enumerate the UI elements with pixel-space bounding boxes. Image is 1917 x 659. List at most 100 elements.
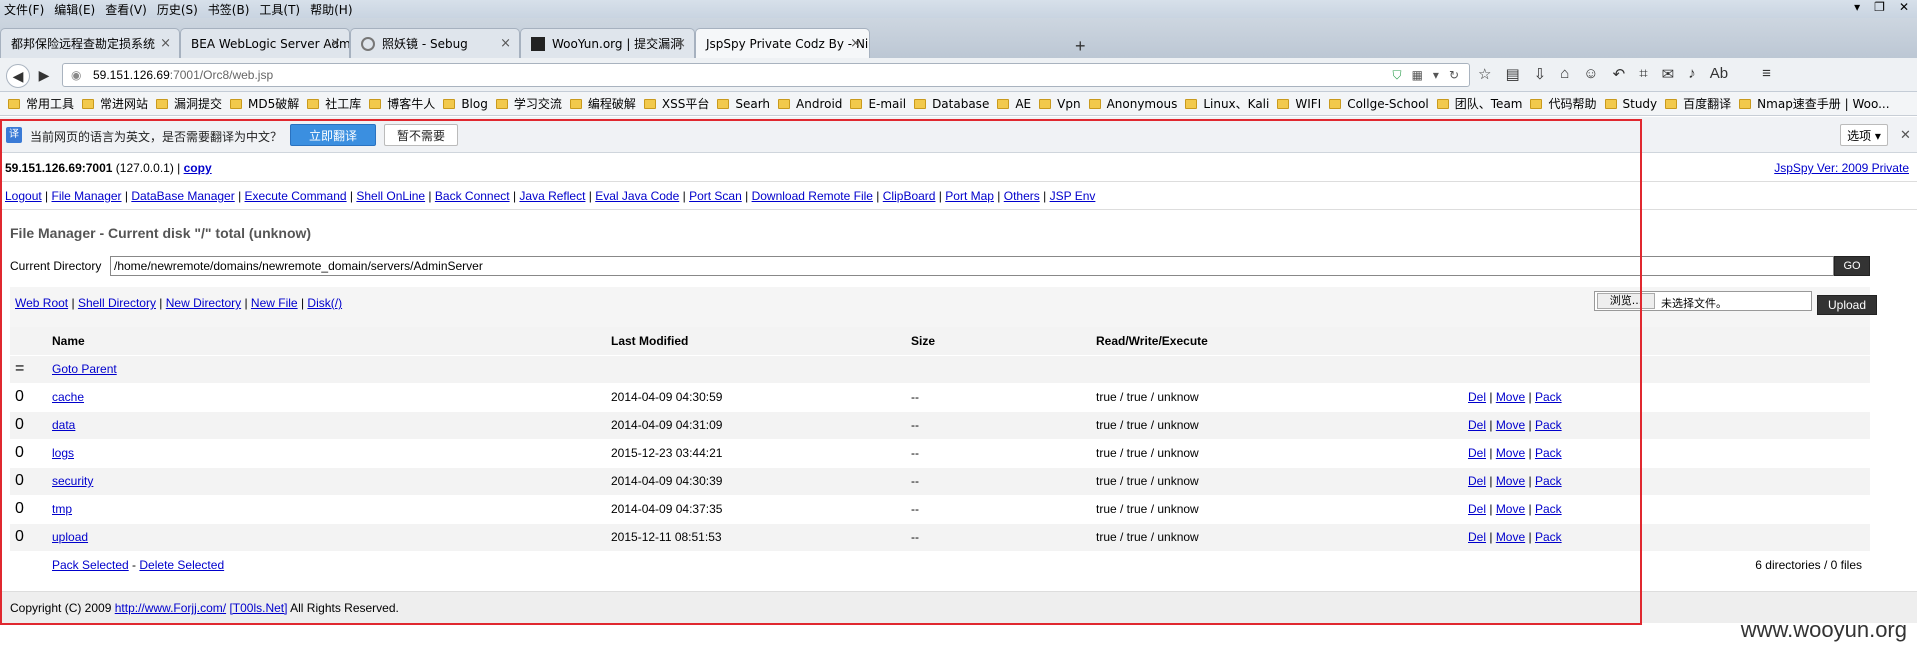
close-icon[interactable]: ✕ (1900, 127, 1911, 143)
menu-item[interactable]: 查看(V) (105, 1, 147, 18)
menu-link[interactable]: Back Connect (435, 189, 510, 203)
text-icon[interactable]: Ab (1710, 65, 1728, 83)
options-button[interactable]: 选项 ▾ (1840, 124, 1888, 146)
move-link[interactable]: Move (1496, 530, 1525, 544)
menu-link[interactable]: Download Remote File (752, 189, 873, 203)
menu-item[interactable]: 工具(T) (259, 1, 300, 18)
bookmark-item[interactable]: Nmap速查手册 | Woo... (1739, 95, 1890, 112)
bookmark-item[interactable]: Database (914, 97, 989, 111)
go-button[interactable]: GO (1834, 256, 1870, 276)
del-link[interactable]: Del (1468, 418, 1486, 432)
minimize-icon[interactable]: ▾ (1854, 0, 1860, 14)
shield-icon[interactable]: ⛉ (1393, 64, 1402, 86)
bookmark-item[interactable]: WIFI (1277, 97, 1321, 111)
home-icon[interactable]: ⌂ (1560, 65, 1569, 83)
move-link[interactable]: Move (1496, 502, 1525, 516)
pack-link[interactable]: Pack (1535, 530, 1562, 544)
pack-link[interactable]: Pack (1535, 418, 1562, 432)
menu-link[interactable]: Eval Java Code (595, 189, 679, 203)
directory-link[interactable]: logs (52, 446, 74, 460)
bookmark-item[interactable]: Android (778, 97, 842, 111)
del-link[interactable]: Del (1468, 530, 1486, 544)
bookmark-item[interactable]: Anonymous (1088, 97, 1177, 111)
move-link[interactable]: Move (1496, 446, 1525, 460)
directory-link[interactable]: New File (251, 296, 298, 310)
close-icon[interactable]: × (850, 36, 861, 51)
goto-parent-link[interactable]: Goto Parent (52, 362, 117, 376)
bookmark-item[interactable]: 编程破解 (569, 95, 636, 112)
menu-link[interactable]: Java Reflect (519, 189, 585, 203)
bookmark-item[interactable]: Study (1604, 97, 1657, 111)
reading-list-icon[interactable]: ▤ (1505, 65, 1519, 83)
directory-link[interactable]: data (52, 418, 75, 432)
menu-item[interactable]: 编辑(E) (54, 1, 95, 18)
site-info-icon[interactable]: ◉ (71, 64, 81, 86)
menu-item[interactable]: 书签(B) (208, 1, 250, 18)
menu-item[interactable]: 文件(F) (4, 1, 44, 18)
t00ls-link[interactable]: [T00ls.Net] (229, 601, 287, 615)
menu-link[interactable]: Port Scan (689, 189, 742, 203)
bookmark-item[interactable]: Blog (443, 97, 488, 111)
undo-icon[interactable]: ↶ (1613, 65, 1626, 83)
bookmark-item[interactable]: 社工库 (307, 95, 361, 112)
directory-link[interactable]: Shell Directory (78, 296, 156, 310)
new-tab-icon[interactable]: + (1075, 36, 1086, 57)
close-window-icon[interactable]: ✕ (1899, 0, 1909, 14)
browse-button[interactable]: 浏览... (1597, 293, 1655, 309)
directory-link[interactable]: security (52, 474, 93, 488)
crop-icon[interactable]: ⌗ (1639, 65, 1647, 83)
tab-jspspy[interactable]: JspSpy Private Codz By - Ninty × (695, 28, 870, 58)
menu-link[interactable]: Others (1004, 189, 1040, 203)
bookmark-item[interactable]: 博客牛人 (369, 95, 435, 112)
star-icon[interactable]: ☆ (1478, 65, 1491, 83)
pack-link[interactable]: Pack (1535, 390, 1562, 404)
bookmark-item[interactable]: 漏洞提交 (156, 95, 222, 112)
bookmark-item[interactable]: E-mail (850, 97, 906, 111)
move-link[interactable]: Move (1496, 474, 1525, 488)
menu-icon[interactable]: ≡ (1762, 65, 1771, 83)
tab-weblogic[interactable]: BEA WebLogic Server Administ... × (180, 28, 350, 58)
restore-icon[interactable]: ❐ (1874, 0, 1885, 14)
move-link[interactable]: Move (1496, 390, 1525, 404)
pack-selected-link[interactable]: Pack Selected (52, 558, 129, 572)
pack-link[interactable]: Pack (1535, 446, 1562, 460)
del-link[interactable]: Del (1468, 390, 1486, 404)
upload-button[interactable]: Upload (1817, 295, 1877, 315)
menu-link[interactable]: JSP Env (1050, 189, 1096, 203)
forward-icon[interactable]: ▶ (32, 64, 56, 88)
bookmark-item[interactable]: MD5破解 (230, 95, 299, 112)
menu-link[interactable]: Shell OnLine (356, 189, 425, 203)
close-icon[interactable]: × (160, 36, 171, 51)
directory-link[interactable]: tmp (52, 502, 72, 516)
chat-icon[interactable]: ✉ (1662, 65, 1675, 83)
pack-link[interactable]: Pack (1535, 502, 1562, 516)
forjj-link[interactable]: http://www.Forjj.com/ (115, 601, 226, 615)
bookmark-item[interactable]: 百度翻译 (1665, 95, 1731, 112)
bookmark-item[interactable]: 常用工具 (8, 95, 74, 112)
menu-link[interactable]: ClipBoard (883, 189, 936, 203)
del-link[interactable]: Del (1468, 502, 1486, 516)
menu-item[interactable]: 帮助(H) (310, 1, 352, 18)
bookmark-item[interactable]: 常进网站 (82, 95, 148, 112)
tab-dubang[interactable]: 都邦保险远程查勘定损系统 × (0, 28, 180, 58)
not-now-button[interactable]: 暂不需要 (384, 124, 458, 146)
smiley-icon[interactable]: ☺ (1583, 65, 1598, 83)
close-icon[interactable]: × (330, 36, 341, 51)
bookmark-item[interactable]: Searh (717, 97, 770, 111)
directory-link[interactable]: cache (52, 390, 84, 404)
current-directory-input[interactable] (110, 256, 1834, 276)
bookmark-item[interactable]: 代码帮助 (1530, 95, 1597, 112)
url-bar[interactable]: ◉ 59.151.126.69:7001/Orc8/web.jsp ⛉ ▦ ▾ … (62, 63, 1470, 87)
directory-link[interactable]: upload (52, 530, 88, 544)
pack-link[interactable]: Pack (1535, 474, 1562, 488)
move-link[interactable]: Move (1496, 418, 1525, 432)
bookmark-item[interactable]: XSS平台 (643, 95, 709, 112)
qr-icon[interactable]: ▦ (1412, 64, 1423, 86)
tab-wooyun[interactable]: WooYun.org | 提交漏洞 × (520, 28, 695, 58)
menu-link[interactable]: Logout (5, 189, 42, 203)
close-icon[interactable]: × (675, 36, 686, 51)
file-chooser[interactable]: 浏览... 未选择文件。 (1594, 291, 1812, 311)
bookmark-item[interactable]: Vpn (1039, 97, 1081, 111)
menu-item[interactable]: 历史(S) (157, 1, 198, 18)
back-icon[interactable]: ◀ (6, 64, 30, 88)
